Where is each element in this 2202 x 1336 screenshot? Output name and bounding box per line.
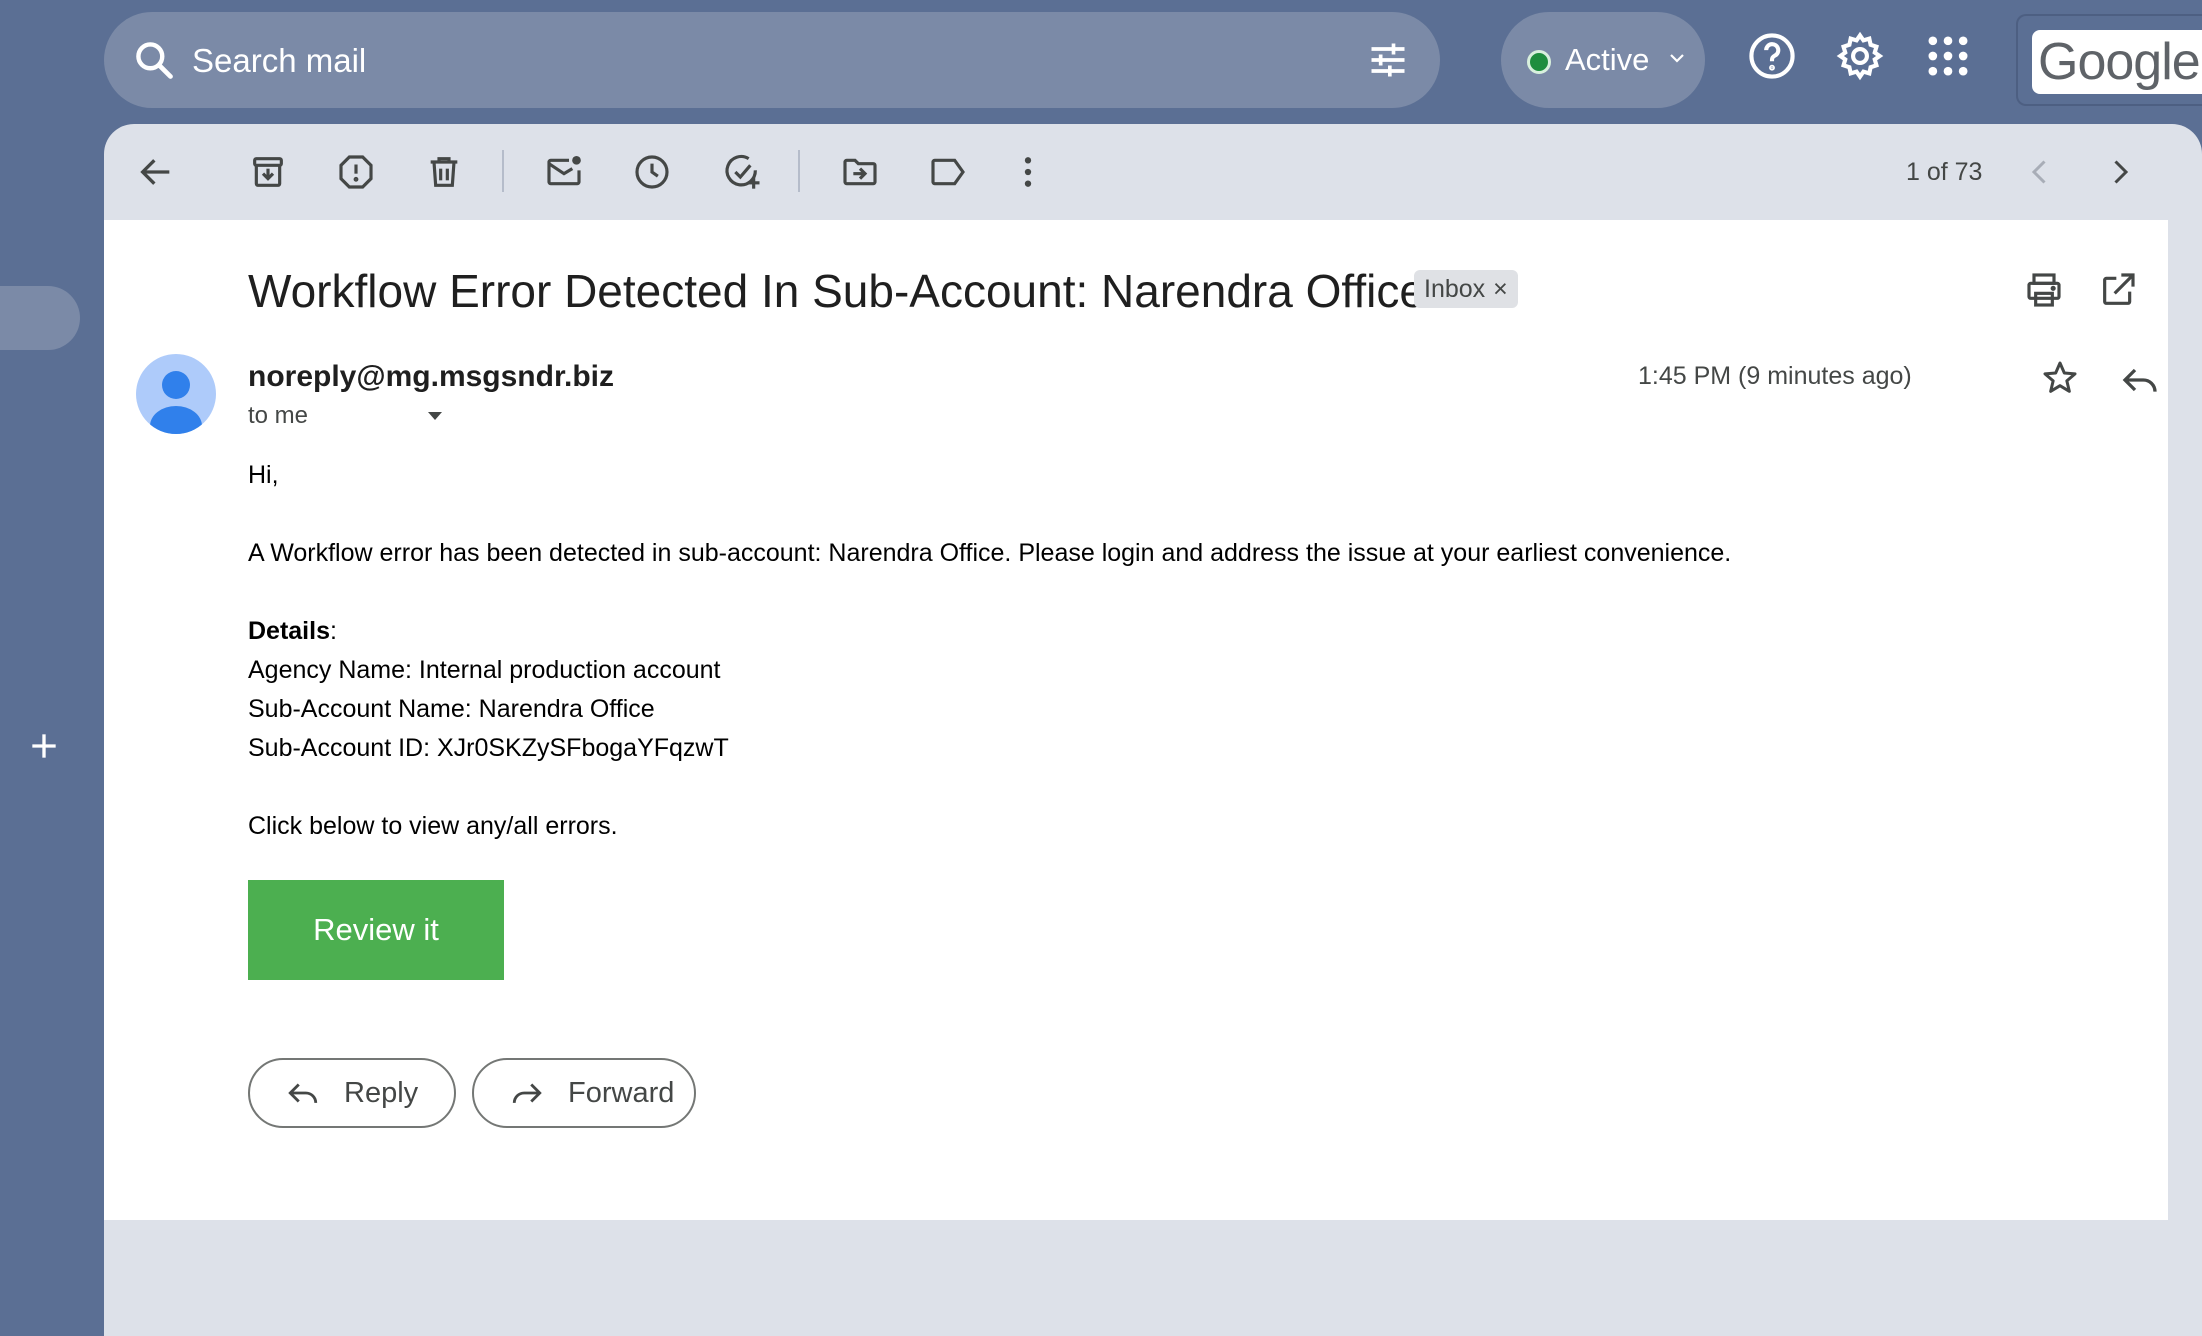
message-body: Hi, A Workflow error has been detected i… <box>248 456 1731 846</box>
move-to-icon[interactable] <box>840 152 880 192</box>
avatar[interactable] <box>136 354 216 434</box>
remove-label-icon[interactable]: × <box>1493 275 1508 303</box>
label-icon[interactable] <box>928 152 968 192</box>
status-label: Active <box>1565 42 1650 77</box>
agency-name: Agency Name: Internal production account <box>248 656 721 684</box>
message-view: Workflow Error Detected In Sub-Account: … <box>104 220 2168 1220</box>
print-icon[interactable] <box>2024 270 2064 310</box>
forward-button-label: Forward <box>568 1076 675 1109</box>
filter-icon[interactable] <box>1366 38 1410 82</box>
label-chip-inbox[interactable]: Inbox × <box>1414 270 1518 308</box>
details-heading: Details <box>248 617 330 645</box>
nav-active-pill[interactable] <box>0 286 80 350</box>
message-timestamp: 1:45 PM (9 minutes ago) <box>1638 362 1912 390</box>
reply-icon <box>286 1076 320 1110</box>
report-spam-icon[interactable] <box>336 152 376 192</box>
subaccount-id: Sub-Account ID: XJr0SKZySFbogaYFqzwT <box>248 734 729 762</box>
body-intro: A Workflow error has been detected in su… <box>248 539 1732 567</box>
status-indicator <box>1527 50 1551 74</box>
status-selector[interactable]: Active <box>1501 12 1705 108</box>
subaccount-name: Sub-Account Name: Narendra Office <box>248 695 655 723</box>
help-icon[interactable] <box>1746 30 1798 82</box>
label-chip-text: Inbox <box>1424 275 1486 303</box>
google-logo: Google <box>2032 30 2202 94</box>
details-heading-line: Details: <box>248 612 1731 651</box>
reply-icon[interactable] <box>2120 360 2160 400</box>
delete-icon[interactable] <box>424 152 464 192</box>
message-toolbar: 1 of 73 <box>104 124 2202 220</box>
star-icon[interactable] <box>2040 358 2080 398</box>
review-it-button[interactable]: Review it <box>248 880 504 980</box>
body-greeting: Hi, <box>248 461 279 489</box>
recipient-label: to me <box>248 402 309 429</box>
snooze-icon[interactable] <box>632 152 672 192</box>
forward-icon <box>510 1076 544 1110</box>
details-colon: : <box>329 617 337 645</box>
chevron-down-icon <box>1665 46 1689 70</box>
search-bar[interactable] <box>104 12 1440 108</box>
chevron-left-icon[interactable] <box>2022 152 2058 192</box>
toolbar-divider <box>798 150 800 192</box>
sender-email[interactable]: noreply@mg.msgsndr.biz <box>248 360 614 394</box>
apps-icon[interactable] <box>1922 30 1974 82</box>
more-vert-icon[interactable] <box>1008 152 1048 192</box>
open-in-new-icon[interactable] <box>2098 270 2138 310</box>
back-arrow-icon[interactable] <box>136 152 176 192</box>
plus-icon[interactable] <box>24 726 64 766</box>
message-subject: Workflow Error Detected In Sub-Account: … <box>248 265 1425 317</box>
settings-icon[interactable] <box>1834 30 1886 82</box>
forward-button[interactable]: Forward <box>472 1058 696 1128</box>
account-area[interactable]: Google <box>2016 14 2202 106</box>
chevron-right-icon[interactable] <box>2102 152 2138 192</box>
search-icon[interactable] <box>132 38 176 82</box>
body-cta-text: Click below to view any/all errors. <box>248 812 618 840</box>
mark-unread-icon[interactable] <box>544 152 584 192</box>
toolbar-divider <box>502 150 504 192</box>
page-count: 1 of 73 <box>1906 158 1983 186</box>
search-input[interactable] <box>190 36 1294 86</box>
mail-panel: 1 of 73 Workflow Error Detected In Sub-A… <box>104 124 2202 1336</box>
reply-button-label: Reply <box>344 1076 419 1109</box>
archive-icon[interactable] <box>248 152 288 192</box>
reply-button[interactable]: Reply <box>248 1058 456 1128</box>
add-task-icon[interactable] <box>722 152 762 192</box>
recipient-details-dropdown-icon[interactable] <box>426 410 444 422</box>
